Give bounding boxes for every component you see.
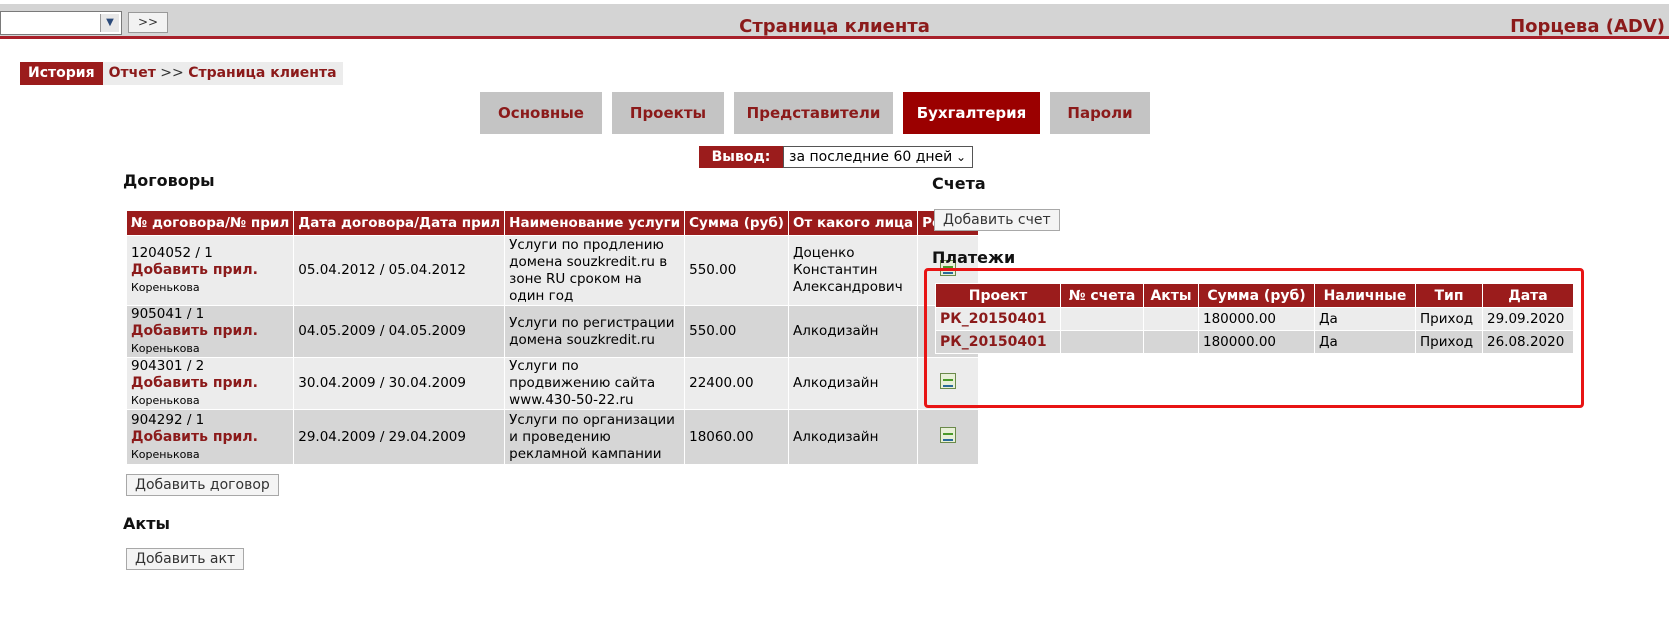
contracts-header-row: № договора/№ прил Дата договора/Дата при… — [125, 210, 980, 236]
contract-sum: 22400.00 — [684, 357, 789, 410]
contract-service: Услуги по продвижению сайта www.430-50-2… — [504, 357, 686, 410]
payment-project-link[interactable]: РК_20150401 — [940, 334, 1047, 350]
contract-number: 905041 / 1 — [131, 306, 205, 322]
output-label: Вывод: — [699, 146, 783, 168]
contract-entity: Алкодизайн — [787, 409, 919, 465]
contracts-table: № договора/№ прил Дата договора/Дата при… — [125, 210, 980, 465]
column-header: Акты — [1143, 283, 1199, 308]
add-contract-button[interactable]: Добавить договор — [126, 474, 279, 496]
contract-date: 30.04.2009 / 30.04.2009 — [293, 357, 506, 410]
payment-date: 29.09.2020 — [1482, 307, 1574, 331]
contract-entity: Алкодизайн — [787, 305, 919, 358]
payment-invoice — [1060, 330, 1144, 354]
payment-project-cell: РК_20150401 — [935, 330, 1061, 354]
column-header: Наименование услуги — [504, 210, 686, 236]
contract-number-cell: 904301 / 2 Добавить прил. Коренькова — [125, 357, 295, 410]
table-row: 905041 / 1 Добавить прил. Коренькова 04.… — [125, 305, 980, 358]
payments-table: Проект № счета Акты Сумма (руб) Наличные… — [935, 283, 1574, 354]
column-header: № счета — [1060, 283, 1144, 308]
contract-service: Услуги по регистрации домена souzkredit.… — [504, 305, 686, 358]
tab-main[interactable]: Основные — [480, 92, 602, 134]
contract-sum: 550.00 — [684, 305, 789, 358]
edit-cell — [917, 409, 980, 465]
breadcrumb-report-link[interactable]: Отчет — [109, 65, 156, 81]
column-header: Сумма (руб) — [1198, 283, 1315, 308]
breadcrumb-current-link[interactable]: Страница клиента — [188, 65, 336, 81]
contract-number: 904301 / 2 — [131, 358, 205, 374]
contract-number-cell: 904292 / 1 Добавить прил. Коренькова — [125, 409, 295, 465]
payment-invoice — [1060, 307, 1144, 331]
chevron-down-icon: ⌄ — [955, 150, 966, 164]
table-row: РК_20150401 180000.00 Да Приход 29.09.20… — [935, 307, 1574, 331]
period-select[interactable]: за последние 60 дней ⌄ — [783, 146, 973, 168]
edit-document-icon[interactable] — [940, 426, 957, 443]
payment-cash: Да — [1314, 307, 1416, 331]
contract-sum: 18060.00 — [684, 409, 789, 465]
payment-project-cell: РК_20150401 — [935, 307, 1061, 331]
add-attachment-link[interactable]: Добавить прил. — [131, 375, 289, 392]
table-row: 904292 / 1 Добавить прил. Коренькова 29.… — [125, 409, 980, 465]
payment-sum: 180000.00 — [1198, 330, 1315, 354]
top-bar: ▼ >> Страница клиента Порцева (ADV) — [0, 4, 1669, 39]
payment-acts — [1143, 307, 1199, 331]
contract-sum: 550.00 — [684, 235, 789, 306]
period-select-value: за последние 60 дней — [789, 149, 953, 165]
contract-number: 1204052 / 1 — [131, 245, 213, 261]
contract-author: Коренькова — [131, 342, 200, 355]
acts-title: Акты — [123, 514, 170, 533]
add-attachment-link[interactable]: Добавить прил. — [131, 323, 289, 340]
payment-type: Приход — [1415, 330, 1483, 354]
tab-accounting[interactable]: Бухгалтерия — [903, 92, 1040, 134]
table-row: 1204052 / 1 Добавить прил. Коренькова 05… — [125, 235, 980, 306]
breadcrumb-separator: >> — [160, 65, 184, 81]
column-header: Тип — [1415, 283, 1483, 308]
payment-acts — [1143, 330, 1199, 354]
add-attachment-link[interactable]: Добавить прил. — [131, 429, 289, 446]
contract-author: Коренькова — [131, 281, 200, 294]
contract-entity: Доценко Константин Александрович — [787, 235, 919, 306]
add-invoice-button[interactable]: Добавить счет — [934, 209, 1060, 231]
breadcrumb-trail: Отчет >> Страница клиента — [102, 62, 343, 85]
contract-author: Коренькова — [131, 394, 200, 407]
column-header: № договора/№ прил — [125, 210, 295, 236]
invoices-title: Счета — [932, 174, 986, 193]
contract-number-cell: 1204052 / 1 Добавить прил. Коренькова — [125, 235, 295, 306]
user-name[interactable]: Порцева (ADV) — [1510, 16, 1665, 37]
contract-date: 29.04.2009 / 29.04.2009 — [293, 409, 506, 465]
contract-entity: Алкодизайн — [787, 357, 919, 410]
history-button[interactable]: История — [20, 62, 103, 85]
payment-project-link[interactable]: РК_20150401 — [940, 311, 1047, 327]
column-header: Дата договора/Дата прил — [293, 210, 506, 236]
contract-number-cell: 905041 / 1 Добавить прил. Коренькова — [125, 305, 295, 358]
tab-representatives[interactable]: Представители — [734, 92, 893, 134]
output-filter: Вывод: за последние 60 дней ⌄ — [699, 146, 973, 168]
contract-number: 904292 / 1 — [131, 411, 205, 428]
payments-title: Платежи — [932, 248, 1016, 267]
table-row: РК_20150401 180000.00 Да Приход 26.08.20… — [935, 330, 1574, 354]
contract-date: 04.05.2009 / 04.05.2009 — [293, 305, 506, 358]
add-attachment-link[interactable]: Добавить прил. — [131, 262, 289, 279]
column-header: Проект — [935, 283, 1061, 308]
column-header: От какого лица — [787, 210, 919, 236]
add-act-button[interactable]: Добавить акт — [126, 548, 245, 570]
tab-passwords[interactable]: Пароли — [1050, 92, 1150, 134]
payment-sum: 180000.00 — [1198, 307, 1315, 331]
column-header: Наличные — [1314, 283, 1416, 308]
contract-service: Услуги по продлению домена souzkredit.ru… — [504, 235, 686, 306]
payments-header-row: Проект № счета Акты Сумма (руб) Наличные… — [935, 283, 1574, 308]
contract-author: Коренькова — [131, 447, 200, 461]
table-row: 904301 / 2 Добавить прил. Коренькова 30.… — [125, 357, 980, 410]
column-header: Дата — [1482, 283, 1574, 308]
contract-date: 05.04.2012 / 05.04.2012 — [293, 235, 506, 306]
column-header: Сумма (руб) — [684, 210, 789, 236]
page-title: Страница клиента — [739, 16, 930, 37]
payment-cash: Да — [1314, 330, 1416, 354]
breadcrumb: История Отчет >> Страница клиента — [20, 62, 343, 85]
payment-date: 26.08.2020 — [1482, 330, 1574, 354]
contracts-title: Договоры — [123, 171, 215, 190]
contract-service: Услуги по организации и проведению рекла… — [504, 409, 686, 465]
payment-type: Приход — [1415, 307, 1483, 331]
tab-projects[interactable]: Проекты — [612, 92, 724, 134]
